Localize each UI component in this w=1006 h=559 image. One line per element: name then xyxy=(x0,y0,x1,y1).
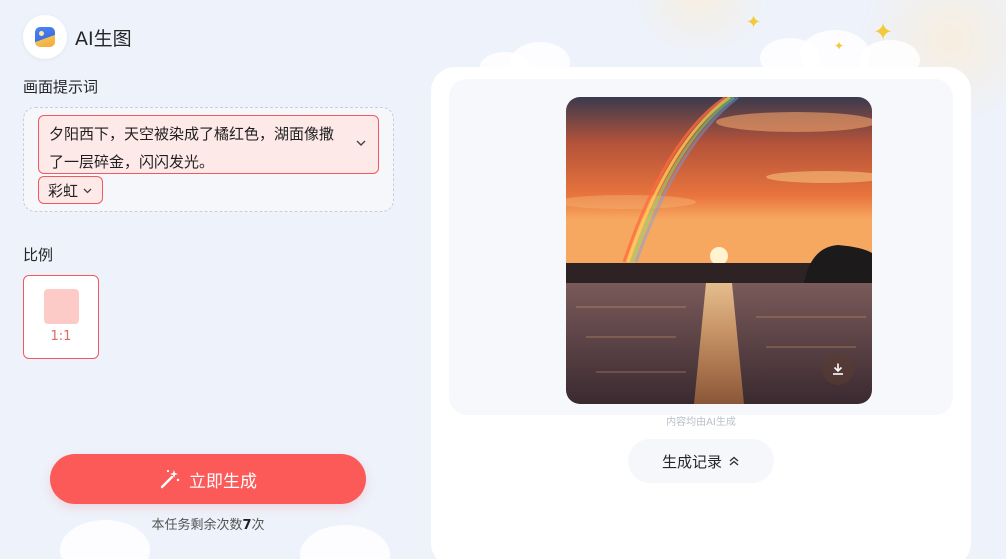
chevron-down-icon xyxy=(83,188,92,193)
star-icon: ✦ xyxy=(873,18,894,46)
image-container: 内容均由AI生成 xyxy=(449,79,953,428)
remaining-prefix: 本任务剩余次数 xyxy=(151,518,243,533)
ai-generated-note: 内容均由AI生成 xyxy=(666,417,736,428)
magic-wand-icon xyxy=(160,469,180,489)
download-button[interactable] xyxy=(822,353,854,385)
double-chevron-up-icon xyxy=(729,456,739,466)
generate-button[interactable]: 立即生成 xyxy=(50,454,366,504)
ratio-label: 1:1 xyxy=(50,329,72,344)
tag-chip[interactable]: 彩虹 xyxy=(38,176,104,204)
prompt-section-label: 画面提示词 xyxy=(23,78,99,96)
remaining-suffix: 次 xyxy=(251,518,265,533)
ratio-option-1-1[interactable]: 1:1 xyxy=(23,275,99,359)
remaining-count-text: 本任务剩余次数7次 xyxy=(50,514,366,533)
image-icon xyxy=(23,15,67,59)
tag-label: 彩虹 xyxy=(48,181,79,200)
chevron-down-icon[interactable] xyxy=(354,136,368,150)
download-icon xyxy=(833,363,843,375)
star-icon: ✦ xyxy=(746,12,762,33)
prompt-text: 夕阳西下，天空被染成了橘红色，湖面像撒了一层碎金，闪闪发光。 xyxy=(49,125,335,171)
app-title: AI生图 xyxy=(75,27,132,50)
prompt-box: 夕阳西下，天空被染成了橘红色，湖面像撒了一层碎金，闪闪发光。 彩虹 xyxy=(23,107,394,212)
star-icon: ✦ xyxy=(834,39,845,53)
result-panel: 内容均由AI生成 生成记录 xyxy=(431,67,971,559)
generate-button-label: 立即生成 xyxy=(189,471,257,492)
history-label: 生成记录 xyxy=(661,452,722,471)
history-button[interactable]: 生成记录 xyxy=(628,439,774,483)
ratio-swatch xyxy=(44,289,79,324)
remaining-count: 7 xyxy=(242,518,252,533)
prompt-input[interactable]: 夕阳西下，天空被染成了橘红色，湖面像撒了一层碎金，闪闪发光。 xyxy=(38,115,379,174)
ratio-section-label: 比例 xyxy=(23,246,54,264)
app-header: AI生图 xyxy=(23,15,132,59)
